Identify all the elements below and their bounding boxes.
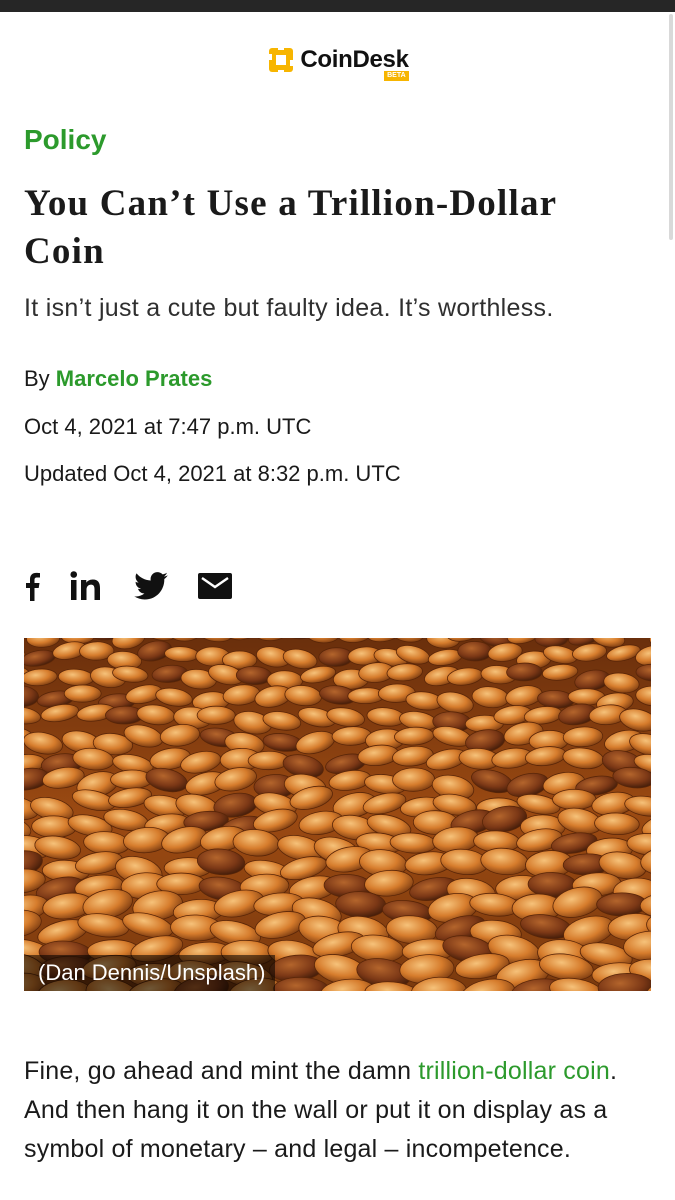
penny <box>596 892 648 917</box>
image-caption: (Dan Dennis/Unsplash) <box>24 955 276 991</box>
penny <box>63 684 102 703</box>
facebook-icon[interactable] <box>24 571 40 601</box>
penny <box>552 788 597 810</box>
category-link[interactable]: Policy <box>24 124 106 156</box>
body-text-start: Fine, go ahead and mint the damn <box>24 1057 419 1085</box>
article-title: You Can’t Use a Trillion-Dollar Coin <box>24 183 557 272</box>
published-date: Oct 4, 2021 at 7:47 p.m. UTC <box>24 414 312 439</box>
hero-image: (Dan Dennis/Unsplash) <box>24 638 651 991</box>
trillion-dollar-coin-link[interactable]: trillion-dollar coin <box>418 1057 610 1085</box>
linkedin-icon[interactable] <box>70 571 104 601</box>
penny <box>196 705 236 725</box>
article-body: Fine, go ahead and mint the damn trillio… <box>24 1052 649 1169</box>
penny <box>247 750 290 771</box>
coindesk-logo-icon <box>266 45 297 75</box>
site-header: CoinDesk BETA <box>0 44 675 84</box>
beta-badge: BETA <box>384 71 409 81</box>
byline-prefix: By <box>24 366 56 391</box>
byline: By Marcelo Prates <box>24 366 212 392</box>
author-link[interactable]: Marcelo Prates <box>56 366 213 391</box>
penny <box>392 767 436 792</box>
brand-name: CoinDesk <box>300 46 409 73</box>
penny <box>457 641 493 662</box>
twitter-icon[interactable] <box>134 572 168 600</box>
article-subtitle: It isn’t just a cute but faulty idea. It… <box>24 294 554 322</box>
browser-top-bar <box>0 0 675 12</box>
share-bar <box>24 566 262 606</box>
penny <box>506 662 543 682</box>
updated-date: Updated Oct 4, 2021 at 8:32 p.m. UTC <box>24 461 401 486</box>
email-icon[interactable] <box>198 573 232 599</box>
coindesk-logo[interactable]: CoinDesk BETA <box>266 44 409 81</box>
pennies-photo <box>24 638 651 991</box>
